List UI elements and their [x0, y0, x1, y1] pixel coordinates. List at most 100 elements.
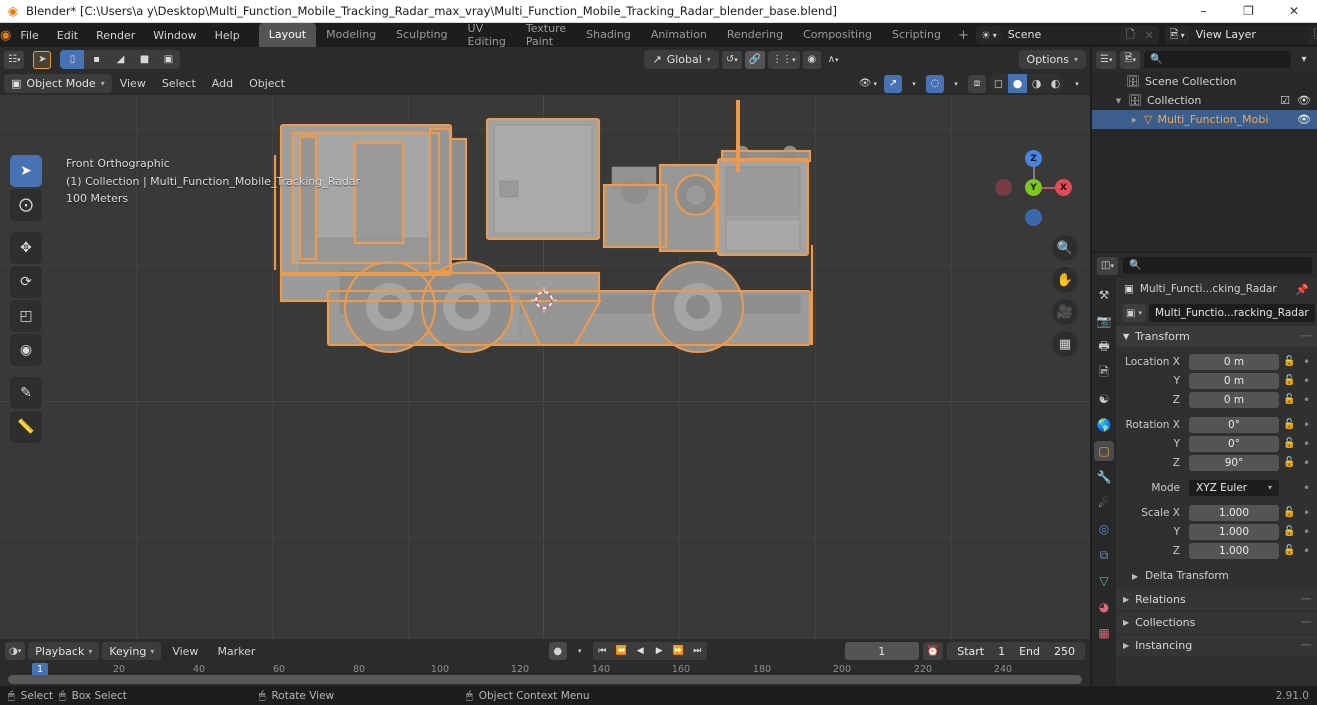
- navigation-gizmo[interactable]: Z Y X: [995, 150, 1072, 226]
- scale-z-field[interactable]: 1.000: [1189, 542, 1279, 559]
- material-preview-icon[interactable]: ◑: [1027, 74, 1046, 93]
- unlocked-icon[interactable]: 🔓: [1282, 375, 1297, 386]
- rotation-x-field[interactable]: 0°: [1189, 416, 1279, 433]
- animate-dot[interactable]: •: [1300, 437, 1313, 451]
- data-tab[interactable]: ▽: [1094, 571, 1114, 591]
- workspace-tab-shading[interactable]: Shading: [576, 23, 641, 47]
- current-frame-field[interactable]: 1: [844, 642, 919, 660]
- workspace-tab-animation[interactable]: Animation: [641, 23, 717, 47]
- viewport-menu-select[interactable]: Select: [154, 75, 204, 92]
- new-scene-icon[interactable]: 🗋: [1121, 26, 1140, 44]
- close-button[interactable]: ✕: [1271, 0, 1317, 23]
- tool-scale[interactable]: ◰: [10, 300, 42, 332]
- outliner-row-collection[interactable]: ▼ 🗄 Collection ☑ 👁: [1092, 91, 1317, 110]
- unlocked-icon[interactable]: 🔓: [1282, 419, 1297, 430]
- animate-dot[interactable]: •: [1300, 393, 1313, 407]
- magnet-icon[interactable]: 🔗: [744, 50, 766, 69]
- unlocked-icon[interactable]: 🔓: [1282, 457, 1297, 468]
- tool-move[interactable]: ✥: [10, 232, 42, 264]
- menu-help[interactable]: Help: [206, 26, 249, 45]
- scene-tab[interactable]: ☯: [1094, 389, 1114, 409]
- location-y-field[interactable]: 0 m: [1189, 372, 1279, 389]
- animate-dot[interactable]: •: [1300, 525, 1313, 539]
- workspace-tab-compositing[interactable]: Compositing: [793, 23, 882, 47]
- select-box-icon[interactable]: ▯: [60, 50, 85, 69]
- timeline-menu-keying[interactable]: Keying ▾: [102, 642, 162, 660]
- camera-view-icon[interactable]: 🎥: [1052, 299, 1078, 325]
- tool-annotate[interactable]: ✎: [10, 377, 42, 409]
- viewport-canvas[interactable]: Front Orthographic (1) Collection | Mult…: [0, 95, 1090, 639]
- gizmo-axis-neg-x[interactable]: [995, 179, 1012, 196]
- unlocked-icon[interactable]: 🔓: [1282, 356, 1297, 367]
- animate-dot[interactable]: •: [1300, 418, 1313, 432]
- start-frame-value[interactable]: 1: [998, 645, 1005, 658]
- filter-funnel-icon[interactable]: ▾: [1295, 51, 1313, 69]
- menu-edit[interactable]: Edit: [48, 26, 87, 45]
- object-mode-dropdown[interactable]: ▣ Object Mode ▾: [4, 74, 112, 93]
- menu-file[interactable]: File: [11, 26, 47, 45]
- overlays-dropdown-icon[interactable]: ▾: [947, 75, 965, 93]
- minimize-button[interactable]: –: [1181, 0, 1226, 23]
- view-layer-selector[interactable]: 🖻▾ View Layer 🗋 ✕: [1164, 26, 1317, 44]
- select-extend-icon[interactable]: ▣: [156, 50, 181, 69]
- falloff-curve-icon[interactable]: ∧ ▾: [824, 51, 843, 69]
- modifier-tab[interactable]: 🔧: [1094, 467, 1114, 487]
- viewport-options-dropdown[interactable]: Options ▾: [1018, 50, 1086, 69]
- timeline-scrollbar[interactable]: [8, 675, 1082, 684]
- gizmo-dropdown-icon[interactable]: ▾: [905, 75, 923, 93]
- eye-icon[interactable]: 👁: [1297, 113, 1311, 126]
- jump-end-button[interactable]: ⏭: [688, 642, 707, 660]
- location-x-field[interactable]: 0 m: [1189, 353, 1279, 370]
- timeline-menu-marker[interactable]: Marker: [209, 643, 263, 660]
- object-tab[interactable]: ▢: [1094, 441, 1114, 461]
- object-name-field[interactable]: Multi_Functio...racking_Radar: [1148, 304, 1315, 322]
- frame-range-fields[interactable]: Start 1 End 250: [947, 642, 1085, 660]
- tool-tweak[interactable]: ➤: [10, 155, 42, 187]
- proportional-edit-icon[interactable]: ◉: [802, 50, 821, 69]
- view-layer-tab[interactable]: 🖻: [1094, 363, 1114, 383]
- animate-dot[interactable]: •: [1300, 481, 1313, 495]
- texture-tab[interactable]: ▦: [1094, 623, 1114, 643]
- auto-keying-icon[interactable]: ●: [548, 642, 567, 660]
- scale-x-field[interactable]: 1.000: [1189, 504, 1279, 521]
- filter-id-icon[interactable]: 🖻 ▾: [1120, 50, 1141, 69]
- unlocked-icon[interactable]: 🔓: [1282, 526, 1297, 537]
- new-view-layer-icon[interactable]: 🗋: [1309, 26, 1317, 44]
- outliner-search-input[interactable]: 🔍: [1144, 51, 1291, 68]
- overlays-icon[interactable]: ◌: [926, 74, 944, 93]
- instancing-panel-header[interactable]: ▶ Instancing ━━: [1116, 635, 1317, 656]
- world-tab[interactable]: 🌎: [1094, 415, 1114, 435]
- auto-keying-dropdown-icon[interactable]: ▾: [571, 642, 589, 660]
- location-z-field[interactable]: 0 m: [1189, 391, 1279, 408]
- shading-dropdown-icon[interactable]: ▾: [1068, 75, 1086, 93]
- animate-dot[interactable]: •: [1300, 506, 1313, 520]
- maximize-button[interactable]: ❐: [1226, 0, 1271, 23]
- properties-editor-icon[interactable]: ◫ ▾: [1097, 256, 1118, 275]
- play-button[interactable]: ▶: [650, 642, 669, 660]
- wireframe-shading-icon[interactable]: ◻: [989, 74, 1008, 93]
- select-vertex-icon[interactable]: ▪: [84, 50, 109, 69]
- select-face-icon[interactable]: ■: [132, 50, 157, 69]
- solid-shading-icon[interactable]: ●: [1008, 74, 1027, 93]
- snap-to-dropdown[interactable]: ⋮⋮ ▾: [768, 50, 800, 69]
- outliner-row-scene-collection[interactable]: 🗄 Scene Collection: [1092, 72, 1317, 91]
- menu-render[interactable]: Render: [87, 26, 144, 45]
- tool-cursor[interactable]: ⨀: [10, 189, 42, 221]
- scale-y-field[interactable]: 1.000: [1189, 523, 1279, 540]
- collections-panel-header[interactable]: ▶ Collections ━━: [1116, 612, 1317, 633]
- timeline-menu-view[interactable]: View: [164, 643, 206, 660]
- material-tab[interactable]: ◕: [1094, 597, 1114, 617]
- output-tab[interactable]: 🖶: [1094, 337, 1114, 357]
- end-frame-value[interactable]: 250: [1054, 645, 1075, 658]
- scene-name[interactable]: Scene: [1000, 26, 1121, 44]
- rotation-z-field[interactable]: 90°: [1189, 454, 1279, 471]
- select-edge-icon[interactable]: ◢: [108, 50, 133, 69]
- play-reverse-button[interactable]: ◀: [631, 642, 650, 660]
- animate-dot[interactable]: •: [1300, 355, 1313, 369]
- workspace-tab-sculpting[interactable]: Sculpting: [386, 23, 457, 47]
- add-workspace-button[interactable]: +: [951, 25, 976, 46]
- pivot-point-dropdown[interactable]: ↺ ▾: [721, 50, 742, 69]
- scene-icon[interactable]: ☀ ▾: [976, 26, 1001, 44]
- gizmo-axis-neg-z[interactable]: [1025, 209, 1042, 226]
- tool-rotate[interactable]: ⟳: [10, 266, 42, 298]
